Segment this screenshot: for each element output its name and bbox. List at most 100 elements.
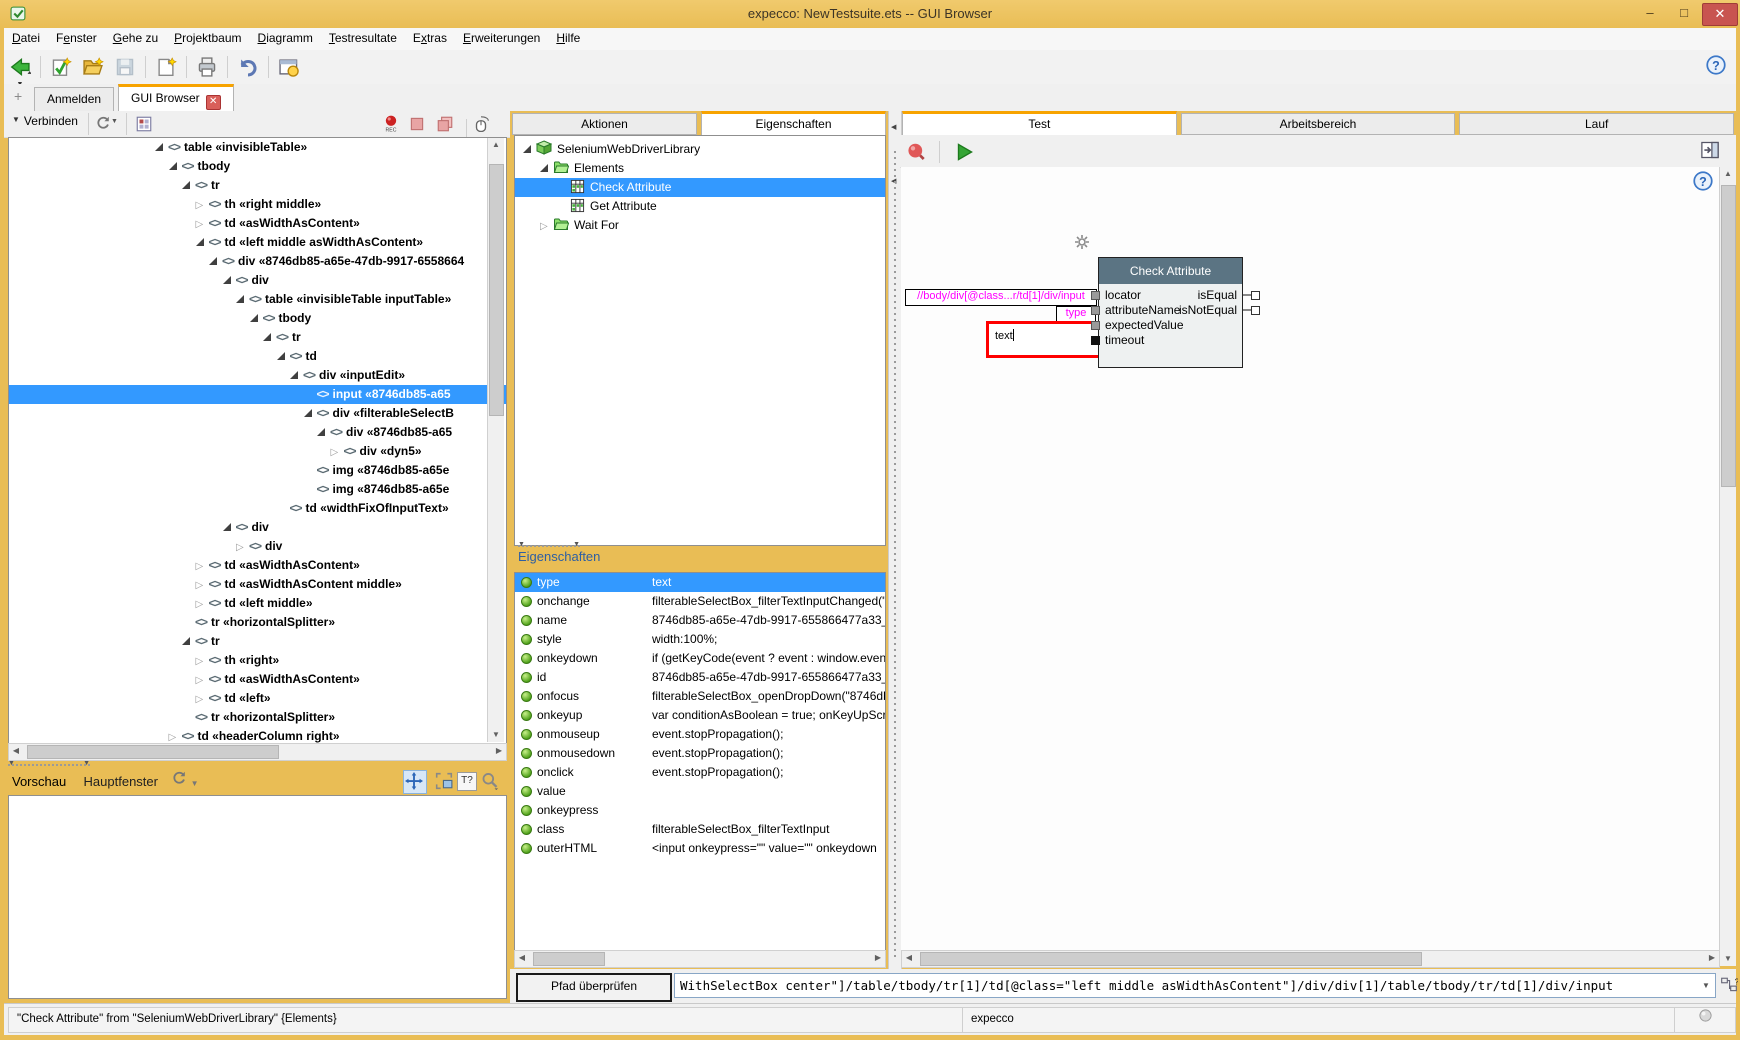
panel-toggle-icon[interactable] bbox=[1700, 140, 1722, 162]
tree-node[interactable]: <>div bbox=[9, 271, 506, 290]
expand-icon[interactable]: ▷ bbox=[196, 214, 209, 234]
add-tab-icon[interactable]: + bbox=[14, 89, 28, 103]
tab-anmelden[interactable]: Anmelden bbox=[34, 87, 114, 112]
collapse-icon[interactable] bbox=[263, 328, 276, 347]
chevron-down-icon[interactable]: ▼ bbox=[191, 779, 199, 788]
stop-icon[interactable] bbox=[408, 115, 426, 136]
tree-node[interactable]: <>tbody bbox=[9, 309, 506, 328]
output-pin-isequal[interactable] bbox=[1251, 291, 1260, 300]
menu-item-hilfe[interactable]: Hilfe bbox=[548, 28, 588, 50]
collapse-icon[interactable] bbox=[523, 140, 536, 159]
tree-node[interactable]: ▷<>div «dyn5» bbox=[9, 442, 506, 461]
tree-node[interactable]: <>tr bbox=[9, 632, 506, 651]
collapse-icon[interactable] bbox=[304, 404, 317, 423]
refresh-icon[interactable] bbox=[171, 775, 187, 789]
scroll-thumb[interactable] bbox=[533, 952, 605, 966]
maximize-button[interactable]: □ bbox=[1668, 3, 1700, 24]
expand-icon[interactable]: ▷ bbox=[196, 556, 209, 576]
scroll-thumb[interactable] bbox=[27, 745, 279, 759]
dom-tree-vscrollbar[interactable]: ▲ ▼ bbox=[487, 138, 504, 742]
property-row-onmousedown[interactable]: onmousedownevent.stopPropagation(); bbox=[515, 744, 885, 763]
window-tool-icon[interactable] bbox=[276, 54, 302, 80]
expand-icon[interactable]: ▷ bbox=[196, 670, 209, 690]
locator-value-box[interactable]: //body/div[@class...r/td[1]/div/input bbox=[905, 289, 1097, 306]
menu-item-erweiterungen[interactable]: Erweiterungen bbox=[455, 28, 548, 50]
input-pin-locator[interactable] bbox=[1091, 291, 1100, 300]
collapse-icon[interactable] bbox=[236, 290, 249, 309]
expectedvalue-edit-box[interactable]: text bbox=[986, 321, 1104, 358]
scroll-left-icon[interactable]: ◀ bbox=[9, 744, 23, 758]
collapse-icon[interactable] bbox=[169, 157, 182, 176]
tree-node[interactable]: <>div «8746db85-a65e-47db-9917-6558664 bbox=[9, 252, 506, 271]
collapse-icon[interactable] bbox=[290, 366, 303, 385]
help-icon[interactable]: ? bbox=[1706, 55, 1728, 77]
text-inspect-icon[interactable]: T? bbox=[457, 772, 477, 791]
scroll-right-icon[interactable]: ▶ bbox=[1705, 951, 1719, 965]
help-icon[interactable]: ? bbox=[1693, 171, 1711, 189]
input-pin-attributename[interactable] bbox=[1091, 306, 1100, 315]
scroll-left-icon[interactable]: ◀ bbox=[902, 951, 916, 965]
tree-node[interactable]: <>td «widthFixOfInputText» bbox=[9, 499, 506, 518]
block-input-attributename[interactable]: attributeName bbox=[1105, 303, 1180, 318]
tree-node[interactable]: <>table «invisibleTable inputTable» bbox=[9, 290, 506, 309]
xpath-input[interactable]: WithSelectBox center"]/table/tbody/tr[1]… bbox=[674, 973, 1716, 998]
expand-icon[interactable]: ▷ bbox=[540, 216, 553, 236]
close-tab-icon[interactable]: ✕ bbox=[206, 95, 221, 110]
menu-item-gehe-zu[interactable]: Gehe zu bbox=[105, 28, 166, 50]
collapse-icon[interactable] bbox=[540, 159, 553, 178]
library-node-get-attribute[interactable]: Get Attribute bbox=[515, 197, 885, 216]
property-row-onkeypress[interactable]: onkeypress bbox=[515, 801, 885, 820]
property-row-onchange[interactable]: onchangefilterableSelectBox_filterTextIn… bbox=[515, 592, 885, 611]
tree-node[interactable]: <>td «left middle asWidthAsContent» bbox=[9, 233, 506, 252]
panel-splitter[interactable]: ◀ ◀ bbox=[888, 111, 902, 969]
tree-node[interactable]: <>input «8746db85-a65 bbox=[9, 385, 506, 404]
tree-node[interactable]: <>table «invisibleTable» bbox=[9, 138, 506, 157]
chevron-down-icon[interactable]: ▼ bbox=[111, 118, 118, 125]
new-check-icon[interactable] bbox=[48, 54, 74, 80]
gear-icon[interactable] bbox=[1074, 234, 1090, 250]
scroll-down-icon[interactable]: ▼ bbox=[1721, 952, 1735, 966]
tree-node[interactable]: <>div «8746db85-a65 bbox=[9, 423, 506, 442]
expand-icon[interactable]: ▷ bbox=[196, 195, 209, 215]
tab-test[interactable]: Test bbox=[902, 111, 1177, 136]
run-icon[interactable] bbox=[951, 139, 977, 165]
library-node-wait-for[interactable]: ▷Wait For bbox=[515, 216, 885, 235]
tab-aktionen[interactable]: Aktionen bbox=[512, 113, 697, 135]
properties-hscrollbar[interactable]: ◀ ▶ bbox=[514, 950, 886, 968]
grid-view-icon[interactable] bbox=[135, 115, 153, 136]
tree-node[interactable]: <>div «filterableSelectB bbox=[9, 404, 506, 423]
property-row-style[interactable]: stylewidth:100%; bbox=[515, 630, 885, 649]
tree-node[interactable]: ▷<>td «asWidthAsContent» bbox=[9, 214, 506, 233]
collapse-icon[interactable] bbox=[196, 233, 209, 252]
tree-node[interactable]: ▷<>th «right» bbox=[9, 651, 506, 670]
dom-tree-hscrollbar[interactable]: ◀ ▶ bbox=[8, 743, 507, 761]
block-input-expectedvalue[interactable]: expectedValue bbox=[1105, 318, 1184, 333]
collapse-icon[interactable] bbox=[250, 309, 263, 328]
property-row-onclick[interactable]: onclickevent.stopPropagation(); bbox=[515, 763, 885, 782]
save-icon[interactable] bbox=[112, 54, 138, 80]
scroll-right-icon[interactable]: ▶ bbox=[871, 951, 885, 965]
block-input-timeout[interactable]: timeout bbox=[1105, 333, 1144, 348]
path-connect-icon[interactable]: ? bbox=[1720, 976, 1738, 994]
path-dropdown-icon[interactable]: ▼ bbox=[1698, 975, 1714, 996]
check-attribute-block[interactable]: Check Attribute locatorattributeNameexpe… bbox=[1098, 257, 1243, 368]
tree-node[interactable]: <>div bbox=[9, 518, 506, 537]
scroll-left-icon[interactable]: ◀ bbox=[515, 951, 529, 965]
property-row-id[interactable]: id8746db85-a65e-47db-9917-655866477a33_f… bbox=[515, 668, 885, 687]
expand-icon[interactable]: ▷ bbox=[196, 651, 209, 671]
property-row-outerHTML[interactable]: outerHTML<input onkeypress="" value="" o… bbox=[515, 839, 885, 858]
property-row-class[interactable]: classfilterableSelectBox_filterTextInput bbox=[515, 820, 885, 839]
property-row-type[interactable]: typetext bbox=[515, 573, 885, 592]
property-row-onkeydown[interactable]: onkeydownif (getKeyCode(event ? event : … bbox=[515, 649, 885, 668]
record-dom-icon[interactable]: REC bbox=[382, 114, 400, 135]
connect-button[interactable]: Verbinden bbox=[24, 114, 78, 128]
menu-item-diagramm[interactable]: Diagramm bbox=[250, 28, 321, 50]
close-button[interactable]: ✕ bbox=[1702, 3, 1738, 26]
mouse-pick-icon[interactable] bbox=[472, 114, 490, 135]
expand-icon[interactable]: ▷ bbox=[236, 537, 249, 557]
block-output-isnotequal[interactable]: isNotEqual bbox=[1179, 303, 1237, 318]
tree-node[interactable]: <>tr «horizontalSplitter» bbox=[9, 613, 506, 632]
menu-item-projektbaum[interactable]: Projektbaum bbox=[166, 28, 249, 50]
tree-node[interactable]: ▷<>th «right middle» bbox=[9, 195, 506, 214]
print-icon[interactable] bbox=[194, 54, 220, 80]
